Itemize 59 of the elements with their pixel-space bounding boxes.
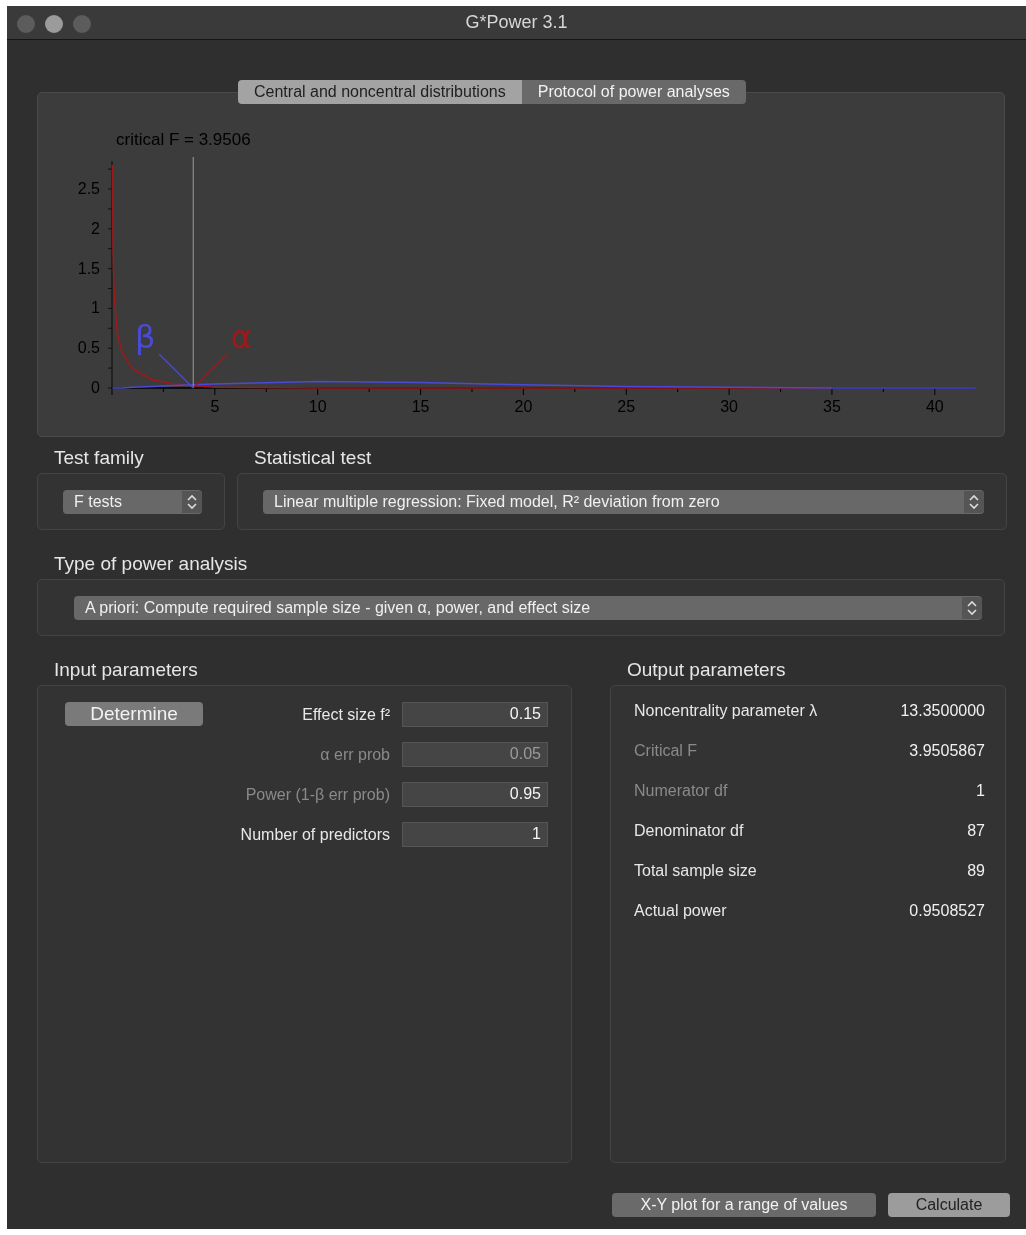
statistical-test-dropdown[interactable]: Linear multiple regression: Fixed model, R² deviation from zero [263,489,984,514]
x-tick-label: 15 [411,398,430,415]
y-tick-label: 1 [91,299,100,317]
y-tick-label: 1.5 [77,259,100,277]
input-field[interactable]: 1 [402,822,548,847]
x-tick-label: 10 [308,398,327,415]
leader-line [158,353,194,389]
stepper-icon [964,490,984,513]
section-label: Statistical test [253,447,373,470]
y-tick-label: 2 [91,219,100,237]
tab[interactable]: Protocol of power analyses [521,80,746,104]
parameter-label: Actual power [634,902,727,920]
parameter-label: Number of predictors [240,825,390,844]
parameter-label: Numerator df [634,782,728,800]
x-tick-label: 5 [210,398,220,415]
y-tick-label: 0 [91,379,100,396]
zoom-icon[interactable] [73,15,91,33]
parameter-label: Total sample size [634,862,757,880]
parameter-label: Noncentrality parameter λ [634,702,818,720]
leader-line [192,353,228,389]
test-family-dropdown[interactable]: F tests [63,489,202,514]
close-icon[interactable] [17,15,35,33]
critical-value-label: critical F = 3.9506 [116,130,251,149]
parameter-label: Effect size f² [302,705,390,724]
parameter-value: 0.9508527 [909,902,985,920]
parameter-label: α err prob [320,745,390,764]
parameter-label: Denominator df [634,822,744,840]
parameter-value: 13.3500000 [900,702,985,720]
parameter-value: 3.9505867 [909,742,985,760]
calculate-button[interactable]: Calculate [888,1193,1010,1217]
x-tick-label: 35 [823,398,841,415]
error-symbol: β [135,318,156,357]
stepper-icon [962,596,982,619]
x-tick-label: 40 [925,398,944,415]
parameter-label: Critical F [634,742,698,760]
x-tick-label: 20 [514,398,533,415]
input-field[interactable]: 0.15 [402,702,548,727]
x-tick-label: 25 [617,398,636,415]
input-field[interactable]: 0.05 [402,742,548,767]
plot-button[interactable]: X-Y plot for a range of values [612,1193,876,1217]
analysis-type-dropdown[interactable]: A priori: Compute required sample size - given α, power, and effect size [74,595,982,620]
tab[interactable]: Central and noncentral distributions [238,80,522,104]
y-tick-label: 2.5 [77,180,100,197]
input-field[interactable]: 0.95 [402,782,548,807]
parameter-value: 87 [967,822,985,840]
window-title: G*Power 3.1 [465,12,568,33]
section-label: Type of power analysis [53,553,249,576]
determine-button[interactable]: Determine [65,702,203,726]
section-label: Output parameters [626,659,787,682]
stepper-icon [182,490,202,513]
parameter-label: Power (1-β err prob) [245,785,390,804]
parameter-value: 89 [967,862,985,880]
minimize-icon[interactable] [45,15,63,33]
parameter-value: 1 [976,782,985,800]
x-tick-label: 30 [720,398,738,415]
y-tick-label: 0.5 [77,339,100,357]
error-symbol: α [230,318,252,357]
section-label: Test family [53,447,145,470]
section-label: Input parameters [53,659,199,682]
